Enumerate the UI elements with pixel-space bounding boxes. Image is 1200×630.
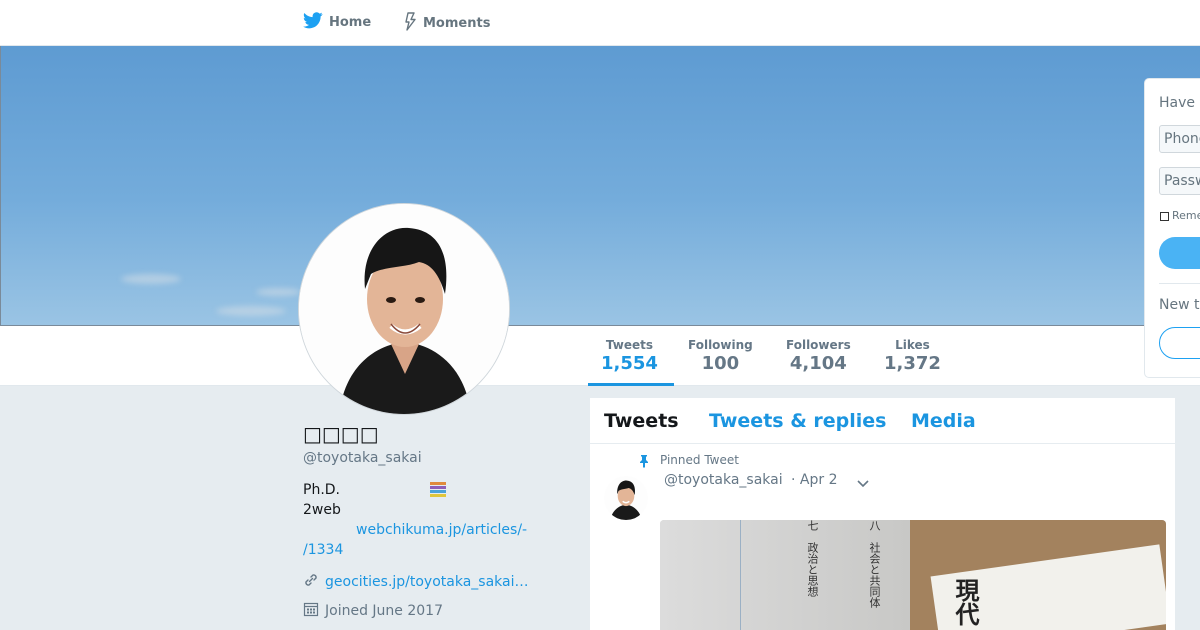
nav-moments-label: Moments — [423, 16, 491, 31]
tweet-media-image[interactable]: 七 政治と思想 八 社会と共同体 現代 — [660, 520, 1166, 630]
twitter-bird-icon — [303, 12, 323, 33]
profile-joined-row: Joined June 2017 — [303, 601, 443, 621]
tab-tweets[interactable]: Tweets — [604, 410, 679, 432]
profile-stats-bar: Tweets 1,554 Following 100 Followers 4,1… — [0, 326, 1200, 386]
new-to-twitter-label: New t — [1159, 297, 1200, 313]
chevron-down-icon[interactable] — [856, 474, 870, 493]
book-title-text: 現代 — [951, 578, 980, 626]
password-input[interactable]: Passw — [1159, 167, 1200, 195]
profile-bio-link-part2[interactable]: /1334 — [303, 540, 343, 560]
stat-likes-label: Likes — [895, 338, 930, 352]
pinned-tweet-label: Pinned Tweet — [660, 453, 739, 467]
timeline-tabs: Tweets Tweets & replies Media — [590, 398, 1175, 444]
nav-moments-link[interactable]: Moments — [403, 12, 490, 35]
nav-home-label: Home — [329, 15, 372, 30]
lightning-icon — [403, 12, 417, 35]
stat-following[interactable]: Following 100 — [688, 338, 753, 374]
cloud-shape — [256, 288, 301, 296]
nav-home-link[interactable]: Home — [303, 12, 371, 33]
stat-tweets[interactable]: Tweets 1,554 — [601, 338, 658, 374]
active-stat-indicator — [588, 383, 674, 386]
profile-name[interactable]: □□□□ — [303, 422, 553, 448]
timeline-panel: Tweets Tweets & replies Media Pinned Twe… — [589, 397, 1176, 630]
login-title: Have — [1159, 95, 1196, 111]
profile-bio-line1: Ph.D. — [303, 482, 340, 498]
stat-following-label: Following — [688, 338, 753, 352]
top-nav-bar: Home Moments — [0, 0, 1200, 46]
profile-bio-line2: 2web — [303, 502, 341, 518]
stat-tweets-label: Tweets — [605, 338, 654, 352]
page-rule — [740, 520, 741, 630]
stat-followers[interactable]: Followers 4,104 — [786, 338, 851, 374]
profile-bio-link-part1[interactable]: webchikuma.jp/articles/- — [356, 520, 527, 540]
tweet-author-handle[interactable]: @toyotaka_sakai — [664, 472, 783, 488]
stat-followers-value: 4,104 — [789, 353, 847, 374]
cloud-shape — [216, 306, 286, 316]
remember-me-label: Reme — [1172, 209, 1200, 222]
link-icon — [303, 572, 319, 592]
image-vertical-text-1: 七 政治と思想 — [806, 520, 819, 597]
login-panel: Have Phone Passw Reme New t — [1144, 78, 1200, 378]
avatar-portrait — [299, 204, 509, 414]
login-divider — [1159, 283, 1200, 284]
tweet-timestamp[interactable]: · Apr 2 — [791, 472, 837, 488]
profile-avatar[interactable] — [298, 203, 510, 415]
profile-handle[interactable]: @toyotaka_sakai — [303, 450, 553, 466]
profile-website-link[interactable]: geocities.jp/toyotaka_sakai… — [325, 574, 529, 590]
profile-website-row: geocities.jp/toyotaka_sakai… — [303, 572, 529, 592]
stat-followers-label: Followers — [786, 338, 851, 352]
phone-email-input[interactable]: Phone — [1159, 125, 1200, 153]
stat-likes[interactable]: Likes 1,372 — [884, 338, 941, 374]
stat-tweets-value: 1,554 — [601, 353, 658, 374]
remember-me-checkbox[interactable] — [1160, 212, 1169, 221]
image-vertical-text-2: 八 社会と共同体 — [868, 520, 881, 608]
tab-media[interactable]: Media — [911, 410, 976, 432]
books-emoji-icon — [429, 481, 447, 503]
stat-following-value: 100 — [701, 353, 740, 374]
cloud-shape — [121, 274, 181, 284]
profile-header-card: □□□□ @toyotaka_sakai — [303, 422, 553, 466]
calendar-icon — [303, 601, 319, 621]
tweet-avatar[interactable] — [604, 476, 648, 520]
tweet-avatar-portrait — [604, 476, 648, 520]
profile-joined-date: Joined June 2017 — [325, 603, 443, 619]
pin-icon — [638, 453, 650, 472]
login-button[interactable] — [1159, 237, 1200, 269]
signup-button[interactable] — [1159, 327, 1200, 359]
profile-banner-image — [0, 46, 1200, 326]
stat-likes-value: 1,372 — [884, 353, 941, 374]
tab-tweets-and-replies[interactable]: Tweets & replies — [709, 410, 886, 432]
